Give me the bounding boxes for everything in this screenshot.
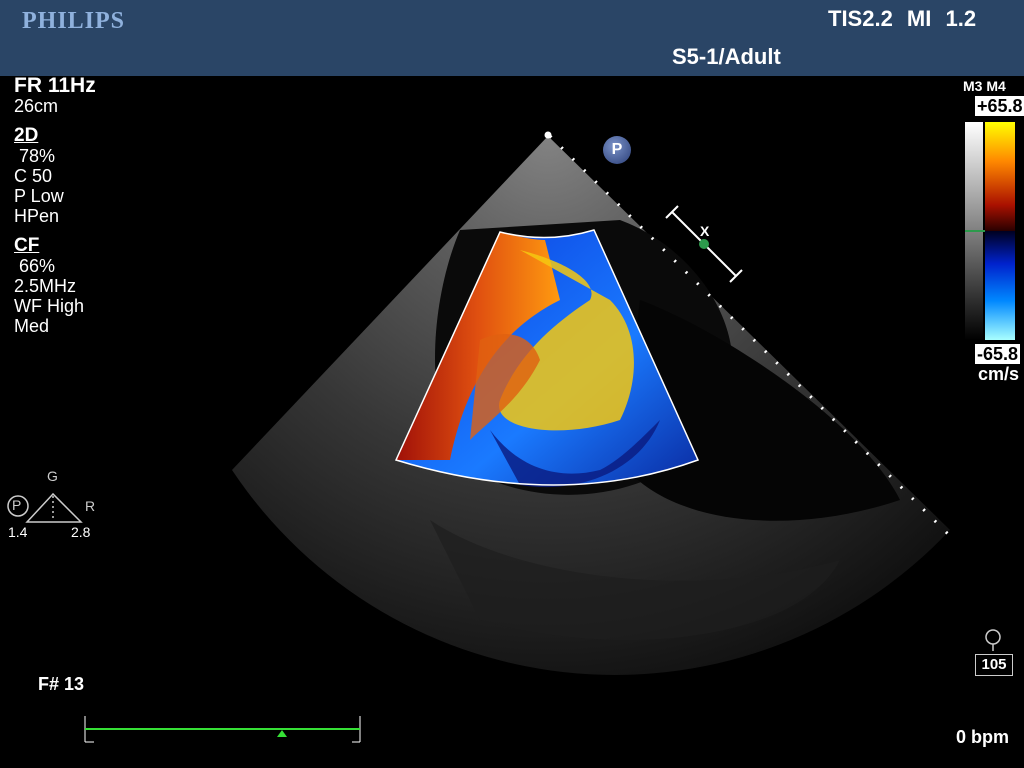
apex-marker — [544, 131, 552, 139]
focus-marker-label: X — [700, 223, 710, 239]
ultrasound-sector-image: X — [232, 131, 952, 675]
velocity-max: +65.8 — [975, 96, 1024, 116]
mode-cf-label: CF — [14, 235, 40, 256]
probe-preset: S5-1/Adult — [672, 44, 781, 69]
mode-2d-label: 2D — [14, 125, 39, 146]
orientation-p-label: P — [12, 497, 22, 513]
orientation-right-value: 2.8 — [71, 524, 91, 540]
frame-number: F# 13 — [38, 674, 85, 694]
depth: 26cm — [14, 96, 59, 116]
orientation-r-label: R — [85, 498, 96, 514]
velocity-min: -65.8 — [975, 344, 1021, 364]
ecg-trigger-icon[interactable] — [84, 714, 364, 744]
mode-cf-wall-filter: WF High — [14, 296, 85, 316]
mode-2d-power: P Low — [14, 186, 64, 206]
mode-2d-harmonic: HPen — [14, 206, 60, 226]
orientation-indicator: P G R 1.4 2.8 — [5, 466, 105, 546]
color-velocity-bar — [985, 122, 1015, 340]
probe-position-marker-icon: P — [603, 136, 631, 164]
mode-cf-frequency: 2.5MHz — [14, 276, 77, 296]
heart-icon — [985, 629, 1001, 651]
mode-2d-compression: C 50 — [14, 166, 53, 186]
brand-logo: PHILIPS — [22, 8, 126, 34]
mode-cf-smoothing: Med — [14, 316, 50, 336]
top-bar: PHILIPS TIS2.2 MI 1.2 S5-1/Adult — [0, 0, 1024, 76]
orientation-g-label: G — [47, 468, 58, 484]
mode-cf-gain: 66% — [14, 256, 56, 276]
heart-rate-box: 105 — [975, 654, 1013, 676]
frame-rate: FR 11Hz — [14, 74, 96, 97]
baseline-marker — [965, 230, 985, 232]
mode-2d-gain: 78% — [14, 146, 56, 166]
orientation-left-value: 1.4 — [8, 524, 28, 540]
parameter-panel: FR 11Hz 26cm 2D 78% C 50 P Low HPen CF 6… — [14, 74, 96, 336]
tis-mi-readout: TIS2.2 MI 1.2 — [828, 6, 977, 31]
velocity-unit: cm/s — [978, 364, 1020, 384]
color-map-header: M3 M4 — [963, 78, 1006, 94]
heart-rate-bpm: 0 bpm — [956, 727, 1010, 747]
